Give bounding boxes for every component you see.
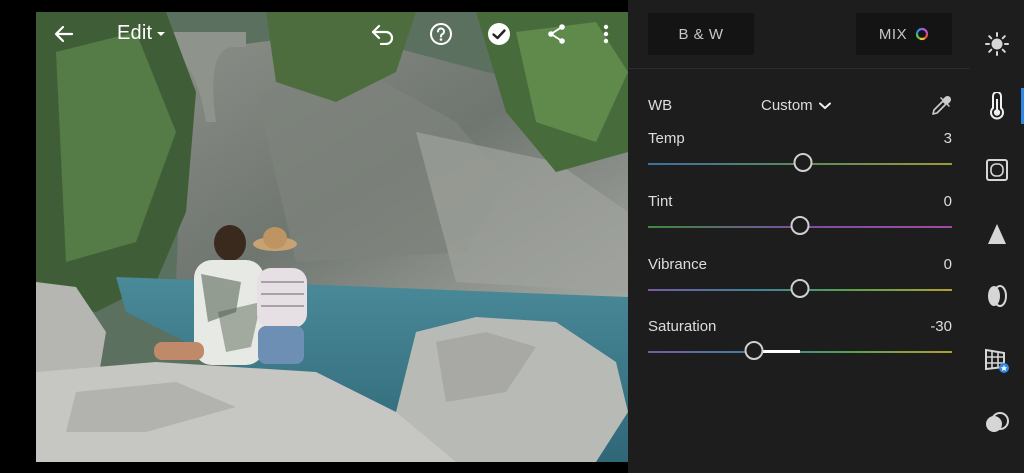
- wb-preset-dropdown[interactable]: Custom: [761, 97, 831, 114]
- detail-button[interactable]: [970, 214, 1024, 254]
- temp-thumb[interactable]: [793, 153, 813, 172]
- chevron-down-icon: [818, 102, 831, 109]
- wb-label: WB: [648, 97, 673, 114]
- detail-icon: [988, 224, 1006, 244]
- undo-button[interactable]: [368, 20, 398, 48]
- saturation-label: Saturation: [648, 318, 717, 335]
- saturation-value: -30: [930, 318, 952, 335]
- color-wheel-icon: [915, 27, 929, 41]
- temp-slider[interactable]: Temp 3: [648, 130, 952, 190]
- mix-label: MIX: [878, 25, 908, 43]
- color-button[interactable]: [970, 86, 1024, 126]
- wb-eyedropper-button[interactable]: [930, 95, 952, 121]
- more-options-button[interactable]: [596, 20, 616, 48]
- vibrance-thumb[interactable]: [790, 279, 810, 298]
- edit-mode-label: Edit: [117, 22, 153, 44]
- presets-button[interactable]: [970, 403, 1024, 443]
- photo-preview[interactable]: [36, 12, 628, 462]
- temp-label: Temp: [648, 130, 685, 147]
- saturation-slider[interactable]: Saturation -30: [648, 318, 952, 378]
- screen: Edit B & W MIX WB Custom Temp 3 Tint 0 V…: [0, 0, 1024, 473]
- temp-value: 3: [943, 130, 952, 147]
- tint-slider[interactable]: Tint 0: [648, 193, 952, 253]
- effects-button[interactable]: [970, 150, 1024, 190]
- optics-icon: [988, 285, 1007, 307]
- vibrance-slider[interactable]: Vibrance 0: [648, 256, 952, 316]
- color-panel: B & W MIX WB Custom Temp 3 Tint 0 Vibran…: [628, 0, 970, 473]
- saturation-track[interactable]: [648, 351, 952, 353]
- panel-divider: [628, 68, 970, 69]
- presets-icon: [986, 412, 1009, 432]
- edit-mode-dropdown[interactable]: Edit: [117, 22, 166, 45]
- share-icon: [548, 24, 565, 44]
- top-toolbar: Edit: [0, 0, 628, 68]
- tint-thumb[interactable]: [790, 216, 810, 235]
- saturation-thumb[interactable]: [744, 341, 764, 360]
- optics-button[interactable]: [970, 276, 1024, 316]
- tint-label: Tint: [648, 193, 673, 210]
- done-button[interactable]: [485, 20, 513, 48]
- tint-value: 0: [943, 193, 952, 210]
- eyedropper-icon: [932, 95, 952, 115]
- checkmark-icon: [488, 23, 510, 45]
- light-button[interactable]: [970, 24, 1024, 64]
- color-icon: [990, 92, 1004, 120]
- back-button[interactable]: [50, 20, 78, 48]
- help-icon: [430, 23, 452, 45]
- bw-button[interactable]: B & W: [648, 13, 754, 55]
- photo-image: [36, 12, 628, 462]
- bw-label: B & W: [678, 25, 724, 43]
- white-balance-row: WB Custom: [648, 95, 952, 117]
- vibrance-value: 0: [943, 256, 952, 273]
- help-button[interactable]: [427, 20, 455, 48]
- vibrance-label: Vibrance: [648, 256, 707, 273]
- edit-category-sidebar: [970, 0, 1024, 473]
- mix-button[interactable]: MIX: [856, 13, 952, 55]
- geometry-icon: [985, 348, 1009, 373]
- back-arrow-icon: [54, 25, 74, 43]
- geometry-button[interactable]: [970, 340, 1024, 380]
- more-vert-icon: [603, 24, 609, 44]
- chevron-down-icon: [157, 31, 166, 36]
- wb-preset-value: Custom: [761, 97, 813, 114]
- light-icon: [985, 32, 1009, 56]
- share-button[interactable]: [543, 20, 571, 48]
- undo-icon: [371, 24, 394, 45]
- effects-icon: [986, 159, 1008, 181]
